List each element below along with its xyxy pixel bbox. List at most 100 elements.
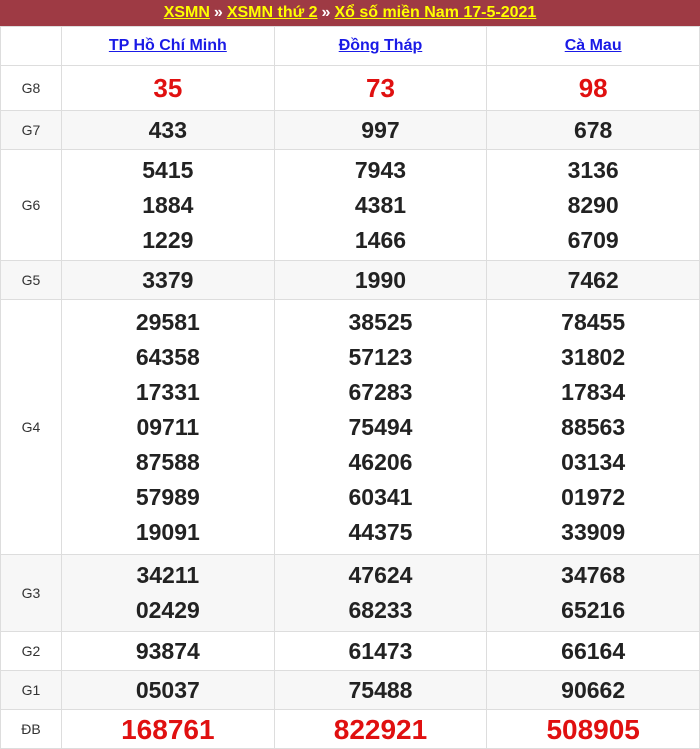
prize-number: 34768 — [561, 562, 626, 588]
prize-cell: 98 — [486, 65, 700, 111]
prize-cell: 3136 8290 6709 — [486, 149, 700, 261]
results-table: TP Hồ Chí Minh Đồng Tháp Cà Mau G8 35 73 98… — [0, 26, 700, 749]
prize-label: G1 — [0, 670, 62, 710]
prize-cell: 168761 — [61, 709, 275, 749]
prize-number: 03134 — [561, 448, 626, 475]
prize-number: 98 — [578, 72, 608, 103]
prize-cell: 90662 — [486, 670, 700, 710]
province-header-cell: TP Hồ Chí Minh — [61, 26, 275, 66]
prize-label: G7 — [0, 110, 62, 150]
prize-number: 09711 — [136, 413, 200, 440]
prize-label: G5 — [0, 260, 62, 300]
prize-row: G2 93874 61473 66164 — [0, 631, 700, 671]
prize-label: G6 — [0, 149, 62, 261]
prize-cell: 61473 — [273, 631, 488, 671]
prize-number: 19091 — [135, 518, 200, 545]
prize-number: 1466 — [354, 226, 407, 253]
province-link-hcm[interactable]: TP Hồ Chí Minh — [109, 37, 227, 54]
prize-number: 73 — [366, 72, 395, 103]
prize-number: 33909 — [561, 518, 626, 545]
prize-number: 31802 — [561, 343, 626, 370]
prize-row: G3 34211 02429 47624 68233 34768 65216 — [0, 554, 700, 632]
prize-cell: 93874 — [61, 631, 275, 671]
prize-label: G2 — [0, 631, 62, 671]
breadcrumb-xsmn-thu2-link[interactable]: XSMN thứ 2 — [227, 4, 318, 21]
prize-number: 64358 — [135, 343, 200, 370]
prize-number: 01972 — [561, 483, 626, 510]
prize-cell: 822921 — [273, 709, 488, 749]
header-row: TP Hồ Chí Minh Đồng Tháp Cà Mau — [0, 26, 700, 66]
breadcrumb-xsmn-link[interactable]: XSMN — [164, 4, 210, 21]
prize-cell: 35 — [61, 65, 275, 111]
province-header-cell: Đồng Tháp — [273, 26, 488, 66]
prize-row: G8 35 73 98 — [0, 65, 700, 111]
prize-label: ĐB — [0, 709, 62, 749]
prize-number: 90662 — [561, 676, 626, 703]
prize-row: G6 5415 1884 1229 7943 4381 1466 3136 8290 6709 — [0, 149, 700, 261]
prize-number: 4381 — [354, 191, 407, 218]
prize-number: 05037 — [135, 676, 200, 703]
prize-number: 68233 — [348, 597, 413, 623]
prize-cell: 678 — [486, 110, 700, 150]
prize-number: 60341 — [348, 483, 413, 510]
prize-cell: 7462 — [486, 260, 700, 300]
page-title-bar: XSMN» XSMN thứ 2» Xổ số miền Nam 17-5-2021 — [0, 0, 700, 26]
prize-cell: 47624 68233 — [273, 554, 488, 632]
prize-number: 87588 — [135, 448, 200, 475]
prize-cell: 78455 31802 17834 88563 03134 01972 33909 — [486, 299, 700, 555]
province-link-dong-thap[interactable]: Đồng Tháp — [339, 37, 423, 54]
province-header-cell: Cà Mau — [486, 26, 700, 66]
prize-row: ĐB 168761 822921 508905 — [0, 709, 700, 749]
prize-row: G1 05037 75488 90662 — [0, 670, 700, 710]
prize-number: 678 — [573, 116, 613, 143]
prize-cell: 5415 1884 1229 — [61, 149, 275, 261]
province-link-ca-mau[interactable]: Cà Mau — [565, 37, 622, 54]
prize-cell: 433 — [61, 110, 275, 150]
prize-cell: 29581 64358 17331 09711 87588 57989 19091 — [61, 299, 275, 555]
prize-cell: 73 — [273, 65, 488, 111]
prize-number: 44375 — [348, 518, 413, 545]
prize-number: 93874 — [135, 637, 200, 664]
prize-cell: 34211 02429 — [61, 554, 275, 632]
prize-number: 3379 — [142, 266, 194, 293]
prize-number: 34211 — [136, 562, 200, 588]
prize-number: 997 — [361, 116, 400, 143]
prize-number: 17331 — [135, 378, 200, 405]
prize-number: 5415 — [142, 156, 194, 183]
breadcrumb-result-date-link[interactable]: Xổ số miền Nam 17-5-2021 — [334, 4, 536, 21]
prize-cell: 34768 65216 — [486, 554, 700, 632]
prize-label: G3 — [0, 554, 62, 632]
prize-cell: 05037 — [61, 670, 275, 710]
header-corner-cell — [0, 26, 62, 66]
prize-number: 1990 — [354, 266, 407, 293]
breadcrumb-separator: » — [213, 4, 223, 21]
prize-row: G5 3379 1990 7462 — [0, 260, 700, 300]
prize-row: G7 433 997 678 — [0, 110, 700, 150]
prize-label: G4 — [0, 299, 62, 555]
prize-number: 75488 — [348, 676, 413, 703]
prize-number: 61473 — [348, 637, 413, 664]
prize-number: 65216 — [561, 597, 626, 623]
prize-number: 1884 — [142, 191, 194, 218]
prize-cell: 38525 57123 67283 75494 46206 60341 44375 — [273, 299, 488, 555]
prize-number: 02429 — [135, 597, 200, 623]
prize-number: 35 — [153, 72, 183, 103]
prize-number: 66164 — [561, 637, 626, 664]
prize-number: 168761 — [121, 713, 215, 745]
prize-number: 46206 — [348, 448, 413, 475]
prize-number: 57989 — [135, 483, 200, 510]
prize-cell: 997 — [273, 110, 488, 150]
prize-number: 75494 — [348, 413, 413, 440]
prize-number: 29581 — [135, 308, 200, 335]
prize-number: 6709 — [567, 226, 619, 253]
prize-number: 8290 — [567, 191, 619, 218]
prize-number: 1229 — [142, 226, 194, 253]
prize-row: G4 29581 64358 17331 09711 87588 57989 19091 385… — [0, 299, 700, 555]
breadcrumb-separator: » — [321, 4, 331, 21]
prize-number: 17834 — [561, 378, 626, 405]
prize-number: 57123 — [348, 343, 413, 370]
prize-number: 433 — [148, 116, 188, 143]
prize-number: 88563 — [561, 413, 626, 440]
prize-cell: 66164 — [486, 631, 700, 671]
prize-number: 822921 — [333, 713, 428, 745]
